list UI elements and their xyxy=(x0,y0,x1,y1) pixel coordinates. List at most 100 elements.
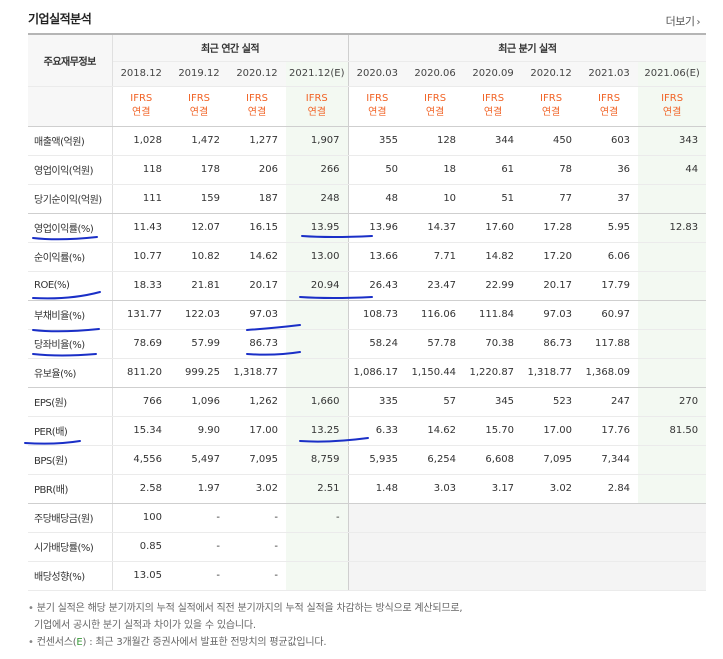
table-cell: 1,907 xyxy=(286,126,349,156)
table-cell: 1,028 xyxy=(112,126,170,156)
table-cell: 5,497 xyxy=(170,445,228,475)
ifrs-consolidated: 연결 xyxy=(541,107,561,118)
table-cell: 7,344 xyxy=(580,445,639,475)
table-cell: - xyxy=(228,532,286,562)
table-cell: 57.99 xyxy=(170,329,228,359)
ifrs-header-spacer xyxy=(28,86,113,127)
period-header: 2021.06(E) xyxy=(638,61,707,87)
table-cell: 3.02 xyxy=(522,474,581,504)
table-cell: 3.17 xyxy=(464,474,523,504)
table-cell: - xyxy=(170,532,228,562)
table-cell: 13.96 xyxy=(347,213,407,243)
table-cell: 131.77 xyxy=(112,300,170,330)
table-cell: 523 xyxy=(522,387,581,417)
table-cell: 122.03 xyxy=(170,300,228,330)
table-cell: 1,277 xyxy=(228,126,286,156)
row-label: PBR(배) xyxy=(28,474,113,504)
row-label: 당기순이익(억원) xyxy=(28,184,113,214)
table-row: 주당배당금(원) 100- - - xyxy=(28,503,707,533)
table-cell: 21.81 xyxy=(170,271,228,301)
table-cell: 97.03 xyxy=(228,300,286,330)
table-row: PBR(배) 2.58 1.97 3.02 2.51 1.48 3.03 3.17 3.02 2.… xyxy=(28,474,707,504)
table-cell: 1,472 xyxy=(170,126,228,156)
table-cell: 1.48 xyxy=(347,474,407,504)
row-label: 순이익률(%) xyxy=(28,242,113,272)
table-cell: 9.90 xyxy=(170,416,228,446)
table-cell: 603 xyxy=(580,126,639,156)
table-cell: 50 xyxy=(347,155,407,185)
table-row: 매출액(억원) 1,028 1,472 1,277 1,907 355 128 344 450 6… xyxy=(28,126,707,156)
ifrs-header: IFRS 연결 xyxy=(286,86,349,127)
table-cell xyxy=(580,561,639,591)
period-header: 2019.12 xyxy=(170,61,228,87)
table-cell: 23.47 xyxy=(406,271,465,301)
ifrs-standard: IFRS xyxy=(366,93,389,104)
ifrs-header: IFRS 연결 xyxy=(406,86,465,127)
ifrs-standard: IFRS xyxy=(424,93,447,104)
footnote-1: • 분기 실적은 해당 분기까지의 누적 실적에서 직전 분기까지의 누적 실적… xyxy=(28,603,463,614)
table-cell: 81.50 xyxy=(638,416,707,446)
financial-table: 주요재무정보 최근 연간 실적 최근 분기 실적 2018.12 2019.12 2… xyxy=(28,33,707,591)
row-label: 주당배당금(원) xyxy=(28,503,113,533)
table-cell: 18.33 xyxy=(112,271,170,301)
ifrs-standard: IFRS xyxy=(598,93,621,104)
table-cell: 178 xyxy=(170,155,228,185)
row-label: 매출액(억원) xyxy=(28,126,113,156)
table-cell: 13.25 xyxy=(286,416,349,446)
row-label: 시가배당률(%) xyxy=(28,532,113,562)
more-label[interactable]: 더보기 xyxy=(666,15,695,28)
table-cell xyxy=(347,561,407,591)
table-cell: 1,318.77 xyxy=(522,358,581,388)
ifrs-standard: IFRS xyxy=(130,93,153,104)
table-cell: 811.20 xyxy=(112,358,170,388)
table-cell: 13.66 xyxy=(347,242,407,272)
table-cell: 78.69 xyxy=(112,329,170,359)
table-cell: 6.06 xyxy=(580,242,639,272)
table-cell: 17.20 xyxy=(522,242,581,272)
footnote-2: • 컨센서스(E) : 최근 3개월간 증권사에서 발표한 전망치의 평균값입니… xyxy=(28,637,327,648)
ifrs-header: IFRS 연결 xyxy=(638,86,707,127)
table-cell: 248 xyxy=(286,184,349,214)
table-cell: 1,150.44 xyxy=(406,358,465,388)
table-cell: 3.03 xyxy=(406,474,465,504)
table-cell: 10 xyxy=(406,184,465,214)
period-header: 2021.12(E) xyxy=(286,61,349,87)
table-cell: 14.62 xyxy=(406,416,465,446)
ifrs-consolidated: 연결 xyxy=(662,107,682,118)
period-header: 2021.03 xyxy=(580,61,639,87)
table-cell: 247 xyxy=(580,387,639,417)
table-row: PER(배) 15.34 9.90 17.00 13.25 6.33 14.62 15.70 1… xyxy=(28,416,707,446)
ifrs-header: IFRS 연결 xyxy=(170,86,228,127)
table-cell xyxy=(464,503,523,533)
table-cell: 344 xyxy=(464,126,523,156)
table-cell: 4,556 xyxy=(112,445,170,475)
table-cell: 270 xyxy=(638,387,707,417)
table-cell: 17.76 xyxy=(580,416,639,446)
period-header: 2020.12 xyxy=(228,61,286,87)
row-label: 영업이익률(%) xyxy=(28,213,113,243)
ifrs-standard: IFRS xyxy=(188,93,210,104)
table-cell xyxy=(406,561,465,591)
table-cell: 77 xyxy=(522,184,581,214)
ifrs-header: IFRS 연결 xyxy=(580,86,639,127)
table-cell xyxy=(522,532,581,562)
table-cell: 766 xyxy=(112,387,170,417)
table-cell: - xyxy=(170,561,228,591)
table-cell: 51 xyxy=(464,184,523,214)
ifrs-consolidated: 연결 xyxy=(368,107,387,118)
table-cell xyxy=(638,184,707,214)
table-row: 부채비율(%) 131.77 122.03 97.03 108.73 116.06 111.… xyxy=(28,300,707,330)
table-cell: 108.73 xyxy=(347,300,407,330)
table-cell: 1,096 xyxy=(170,387,228,417)
table-cell xyxy=(638,474,707,504)
table-cell: 22.99 xyxy=(464,271,523,301)
table-row: 당좌비율(%) 78.69 57.99 86.73 58.24 57.78 70.38 86.… xyxy=(28,329,707,359)
table-cell: 17.00 xyxy=(228,416,286,446)
financial-table-body: 매출액(억원) 1,028 1,472 1,277 1,907 355 128 344 450 6… xyxy=(28,126,707,591)
ifrs-header: IFRS 연결 xyxy=(112,86,170,127)
period-header: 2020.12 xyxy=(522,61,581,87)
table-cell: 999.25 xyxy=(170,358,228,388)
table-cell: 14.37 xyxy=(406,213,465,243)
more-link[interactable]: 더보기 › xyxy=(666,13,701,29)
table-cell: 1,086.17 xyxy=(347,358,407,388)
